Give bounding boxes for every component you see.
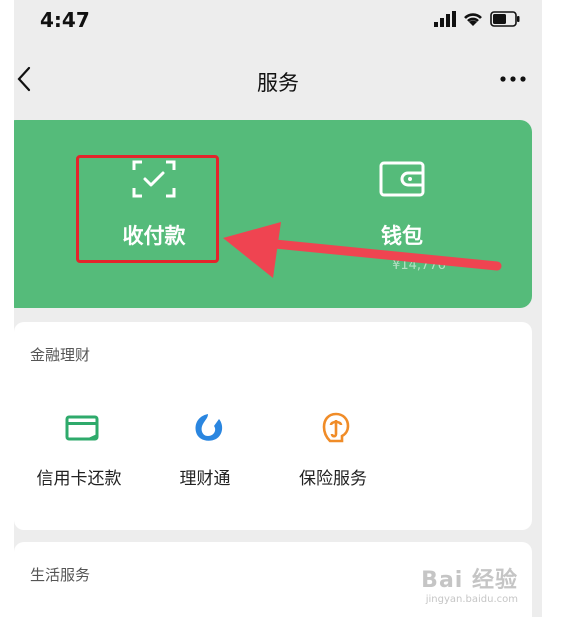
life-section-title: 生活服务: [30, 566, 91, 584]
status-time: 4:47: [40, 8, 90, 32]
watermark: Bai 经验 jingyan.baidu.com: [421, 562, 518, 605]
watermark-url: jingyan.baidu.com: [425, 594, 518, 605]
nav-bar: 服务: [14, 50, 542, 110]
wifi-icon: [464, 13, 482, 26]
status-icons: [434, 11, 520, 27]
insurance-item[interactable]: 保险服务: [278, 412, 388, 502]
highlight-box: [76, 155, 219, 263]
credit-card-repay-item[interactable]: 信用卡还款: [24, 412, 134, 502]
phone-screen: 4:47 服务 收付款 钱包 ¥14,776 金融理财 信用卡还款 理财通 保险…: [14, 0, 542, 617]
signal-icon: [434, 11, 456, 27]
more-icon: [500, 76, 526, 82]
watermark-brand: Bai 经验: [421, 568, 518, 593]
battery-icon: [490, 11, 520, 27]
insurance-icon: [322, 412, 350, 443]
insurance-label: 保险服务: [299, 469, 367, 489]
more-button[interactable]: [496, 64, 530, 94]
status-bar: 4:47: [14, 0, 542, 42]
page-title: 服务: [257, 71, 299, 95]
wealth-icon: [195, 414, 223, 441]
wealth-label: 理财通: [179, 469, 231, 489]
credit-card-repay-label: 信用卡还款: [36, 469, 122, 489]
wealth-item[interactable]: 理财通: [150, 412, 260, 502]
arrow-annotation: [223, 222, 502, 278]
wallet-icon: [379, 161, 425, 197]
finance-section: 金融理财 信用卡还款 理财通 保险服务: [14, 322, 532, 530]
finance-section-title: 金融理财: [30, 346, 91, 364]
credit-card-icon: [65, 415, 99, 441]
